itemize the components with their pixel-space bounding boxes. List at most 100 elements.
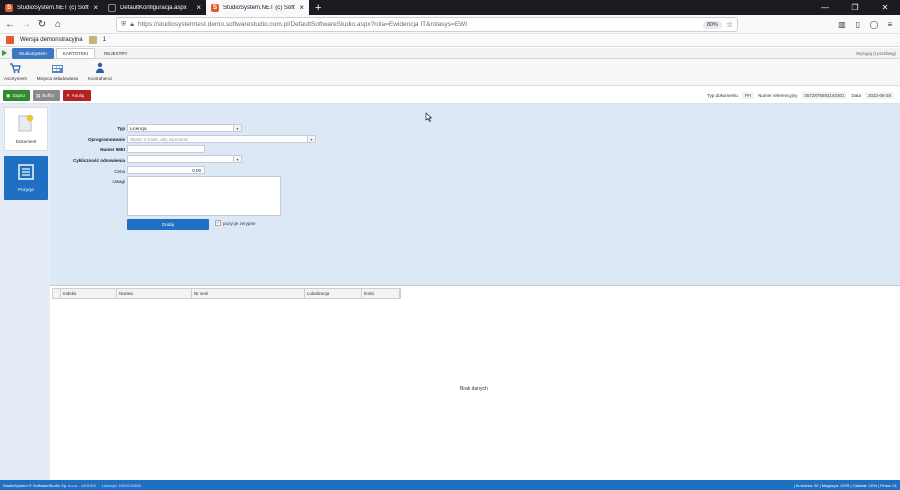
grid-header: Indeks Nazwa Nr serii Lokalizacja Ilości bbox=[52, 288, 401, 299]
grid-col-lokalizacja[interactable]: Lokalizacja bbox=[305, 289, 362, 298]
logout-link[interactable]: Wyloguj (r.przebieg) bbox=[856, 51, 896, 56]
document-info: Typ dokumentu PH Numer referencyjny 0572… bbox=[707, 92, 894, 99]
cart-icon bbox=[9, 62, 22, 74]
toolbar-right: ▥ ▯ ◯ ≡ bbox=[836, 18, 896, 30]
grid-col-indeks[interactable]: Indeks bbox=[61, 289, 117, 298]
uwagi-textarea[interactable] bbox=[127, 176, 281, 216]
page-favicon-icon bbox=[108, 3, 116, 12]
cyklicznosc-label: Cykliczność odnowienia bbox=[72, 158, 125, 163]
save-icon: ▣ bbox=[6, 92, 11, 98]
menu-icon[interactable]: ≡ bbox=[884, 18, 896, 30]
tab-kartoteki[interactable]: KARTOTEKI bbox=[55, 47, 96, 59]
new-tab-icon[interactable]: + bbox=[309, 0, 327, 15]
tab-title: DefaultKonfiguracja.aspx bbox=[120, 4, 187, 11]
minimize-icon[interactable]: — bbox=[810, 0, 840, 15]
side-item-dokument[interactable]: Dokument bbox=[4, 107, 48, 151]
imei-label: Numer IMEI bbox=[100, 147, 125, 152]
account-icon[interactable]: ◯ bbox=[868, 18, 880, 30]
grid-col-ilosci[interactable]: Ilości bbox=[362, 289, 400, 298]
close-tab-icon[interactable]: × bbox=[299, 3, 304, 12]
date-value: 2022-06-28 bbox=[864, 92, 894, 99]
app-module-tabs: StudioSystem KARTOTEKI REJESTRY Wyloguj … bbox=[0, 47, 900, 59]
folder-icon bbox=[88, 36, 97, 44]
back-icon[interactable]: ← bbox=[2, 16, 18, 32]
save-label: Zapisz bbox=[12, 93, 26, 98]
mouse-cursor-icon bbox=[425, 112, 433, 124]
date-label: Data bbox=[851, 93, 861, 98]
side-item-label: Pozycje bbox=[18, 187, 34, 192]
library-icon[interactable]: ▥ bbox=[836, 18, 848, 30]
imei-input[interactable] bbox=[127, 145, 205, 153]
reload-icon[interactable]: ↻ bbox=[34, 16, 50, 32]
tab-rejestry[interactable]: REJESTRY bbox=[97, 48, 134, 59]
bookmarks-bar: Wersja demonstracyjna 1 bbox=[0, 34, 900, 47]
status-context: | Komórka: 02 | Magazyn: GOR | Oddział: … bbox=[793, 482, 897, 488]
warehouse-icon bbox=[51, 62, 64, 74]
play-icon[interactable] bbox=[2, 50, 7, 56]
cyklicznosc-select[interactable]: ▾ bbox=[127, 155, 242, 163]
forward-icon[interactable]: → bbox=[18, 16, 34, 32]
buffer-button[interactable]: ▤ Buffor bbox=[33, 90, 60, 101]
studiosystem-favicon-icon: S bbox=[5, 3, 13, 12]
studiosystem-bookmark-icon bbox=[6, 36, 14, 44]
status-copyright: StudioSystem © SoftwareStudio Sp. z o.o.… bbox=[3, 482, 96, 488]
tab-studiosystem[interactable]: StudioSystem bbox=[12, 47, 54, 59]
grid-col-nazwa[interactable]: Nazwa bbox=[117, 289, 192, 298]
grid-col-nr-serii[interactable]: Nr serii bbox=[192, 289, 305, 298]
side-nav: Dokument Pozycje bbox=[0, 104, 50, 480]
ribbon-label: Kontrahenci bbox=[88, 76, 113, 81]
browser-tab-2[interactable]: DefaultKonfiguracja.aspx × bbox=[103, 0, 206, 15]
studiosystem-favicon-icon: S bbox=[211, 3, 219, 12]
document-icon bbox=[18, 114, 34, 133]
uwagi-label: Uwagi bbox=[112, 179, 125, 184]
typ-select[interactable]: Licencja ▾ bbox=[127, 124, 242, 132]
window-controls: — ❐ ✕ bbox=[810, 0, 900, 15]
people-icon bbox=[94, 62, 107, 74]
typ-label: Typ bbox=[117, 126, 125, 131]
position-form: Typ Licencja ▾ Oprogramowanie Wpisz 3 zn… bbox=[50, 104, 900, 285]
chevron-down-icon: ▾ bbox=[233, 125, 241, 131]
ribbon-kontrahenci[interactable]: Kontrahenci bbox=[88, 59, 112, 81]
cancel-button[interactable]: ✕ Anuluj bbox=[63, 90, 91, 101]
browser-navbar: ← → ↻ ⌂ ⛨ 🔒︎ https://studiosystemtest.de… bbox=[0, 15, 900, 34]
ribbon-asortyment[interactable]: Asortyment bbox=[4, 59, 27, 81]
ref-number-value: 0572875693140301 bbox=[801, 92, 848, 99]
list-icon bbox=[18, 164, 34, 181]
ribbon-miejsca[interactable]: Miejsca składowania bbox=[37, 59, 78, 81]
positions-grid: Indeks Nazwa Nr serii Lokalizacja Ilości… bbox=[50, 285, 900, 480]
tab-title: StudioSystem.NET (c) Software bbox=[17, 4, 89, 11]
checkmark-icon: ✓ bbox=[215, 220, 221, 226]
doc-type-value: PH bbox=[741, 92, 755, 99]
close-tab-icon[interactable]: × bbox=[196, 3, 201, 12]
close-window-icon[interactable]: ✕ bbox=[870, 0, 900, 15]
browser-tab-1[interactable]: S StudioSystem.NET (c) Software × bbox=[0, 0, 103, 15]
bookmark-folder[interactable]: 1 bbox=[103, 37, 106, 43]
zoom-level[interactable]: 80% bbox=[702, 20, 722, 29]
oprogramowanie-placeholder: Wpisz 3 znaki, aby wyszukać bbox=[130, 136, 189, 142]
maximize-icon[interactable]: ❐ bbox=[840, 0, 870, 15]
empty-grid-message: Brak danych bbox=[460, 386, 488, 392]
doc-type-label: Typ dokumentu bbox=[707, 93, 738, 98]
ribbon-label: Asortyment bbox=[4, 76, 27, 81]
ribbon-label: Miejsca składowania bbox=[36, 76, 79, 81]
url-text: https://studiosystemtest.demo.softwarest… bbox=[137, 21, 468, 28]
zero-positions-checkbox[interactable]: ✓ pozycje zerypne bbox=[215, 220, 256, 226]
home-icon[interactable]: ⌂ bbox=[50, 16, 66, 32]
url-bar[interactable]: ⛨ 🔒︎ https://studiosystemtest.demo.softw… bbox=[116, 17, 738, 32]
oprogramowanie-input[interactable]: Wpisz 3 znaki, aby wyszukać ▾ bbox=[127, 135, 316, 143]
close-tab-icon[interactable]: × bbox=[93, 3, 98, 12]
side-item-pozycje[interactable]: Pozycje bbox=[4, 156, 48, 200]
bookmark-star-icon[interactable]: ☆ bbox=[726, 20, 733, 29]
status-license: Licencja: DEMO/2408 bbox=[101, 482, 141, 488]
ribbon: Asortyment Miejsca składowania Kontrahen… bbox=[0, 59, 900, 86]
bookmark-demo[interactable]: Wersja demonstracyjna bbox=[20, 37, 83, 43]
cena-input[interactable]: 0.00 bbox=[127, 166, 205, 174]
save-button[interactable]: ▣ Zapisz bbox=[3, 90, 30, 101]
sidebar-icon[interactable]: ▯ bbox=[852, 18, 864, 30]
grid-col-select[interactable] bbox=[53, 289, 61, 298]
cancel-icon: ✕ bbox=[66, 92, 70, 98]
add-button[interactable]: Dodaj bbox=[127, 219, 209, 230]
browser-tab-3[interactable]: S StudioSystem.NET (c) Software × bbox=[206, 0, 309, 15]
browser-tabbar: S StudioSystem.NET (c) Software × Defaul… bbox=[0, 0, 900, 15]
ref-number-label: Numer referencyjny bbox=[758, 93, 798, 98]
